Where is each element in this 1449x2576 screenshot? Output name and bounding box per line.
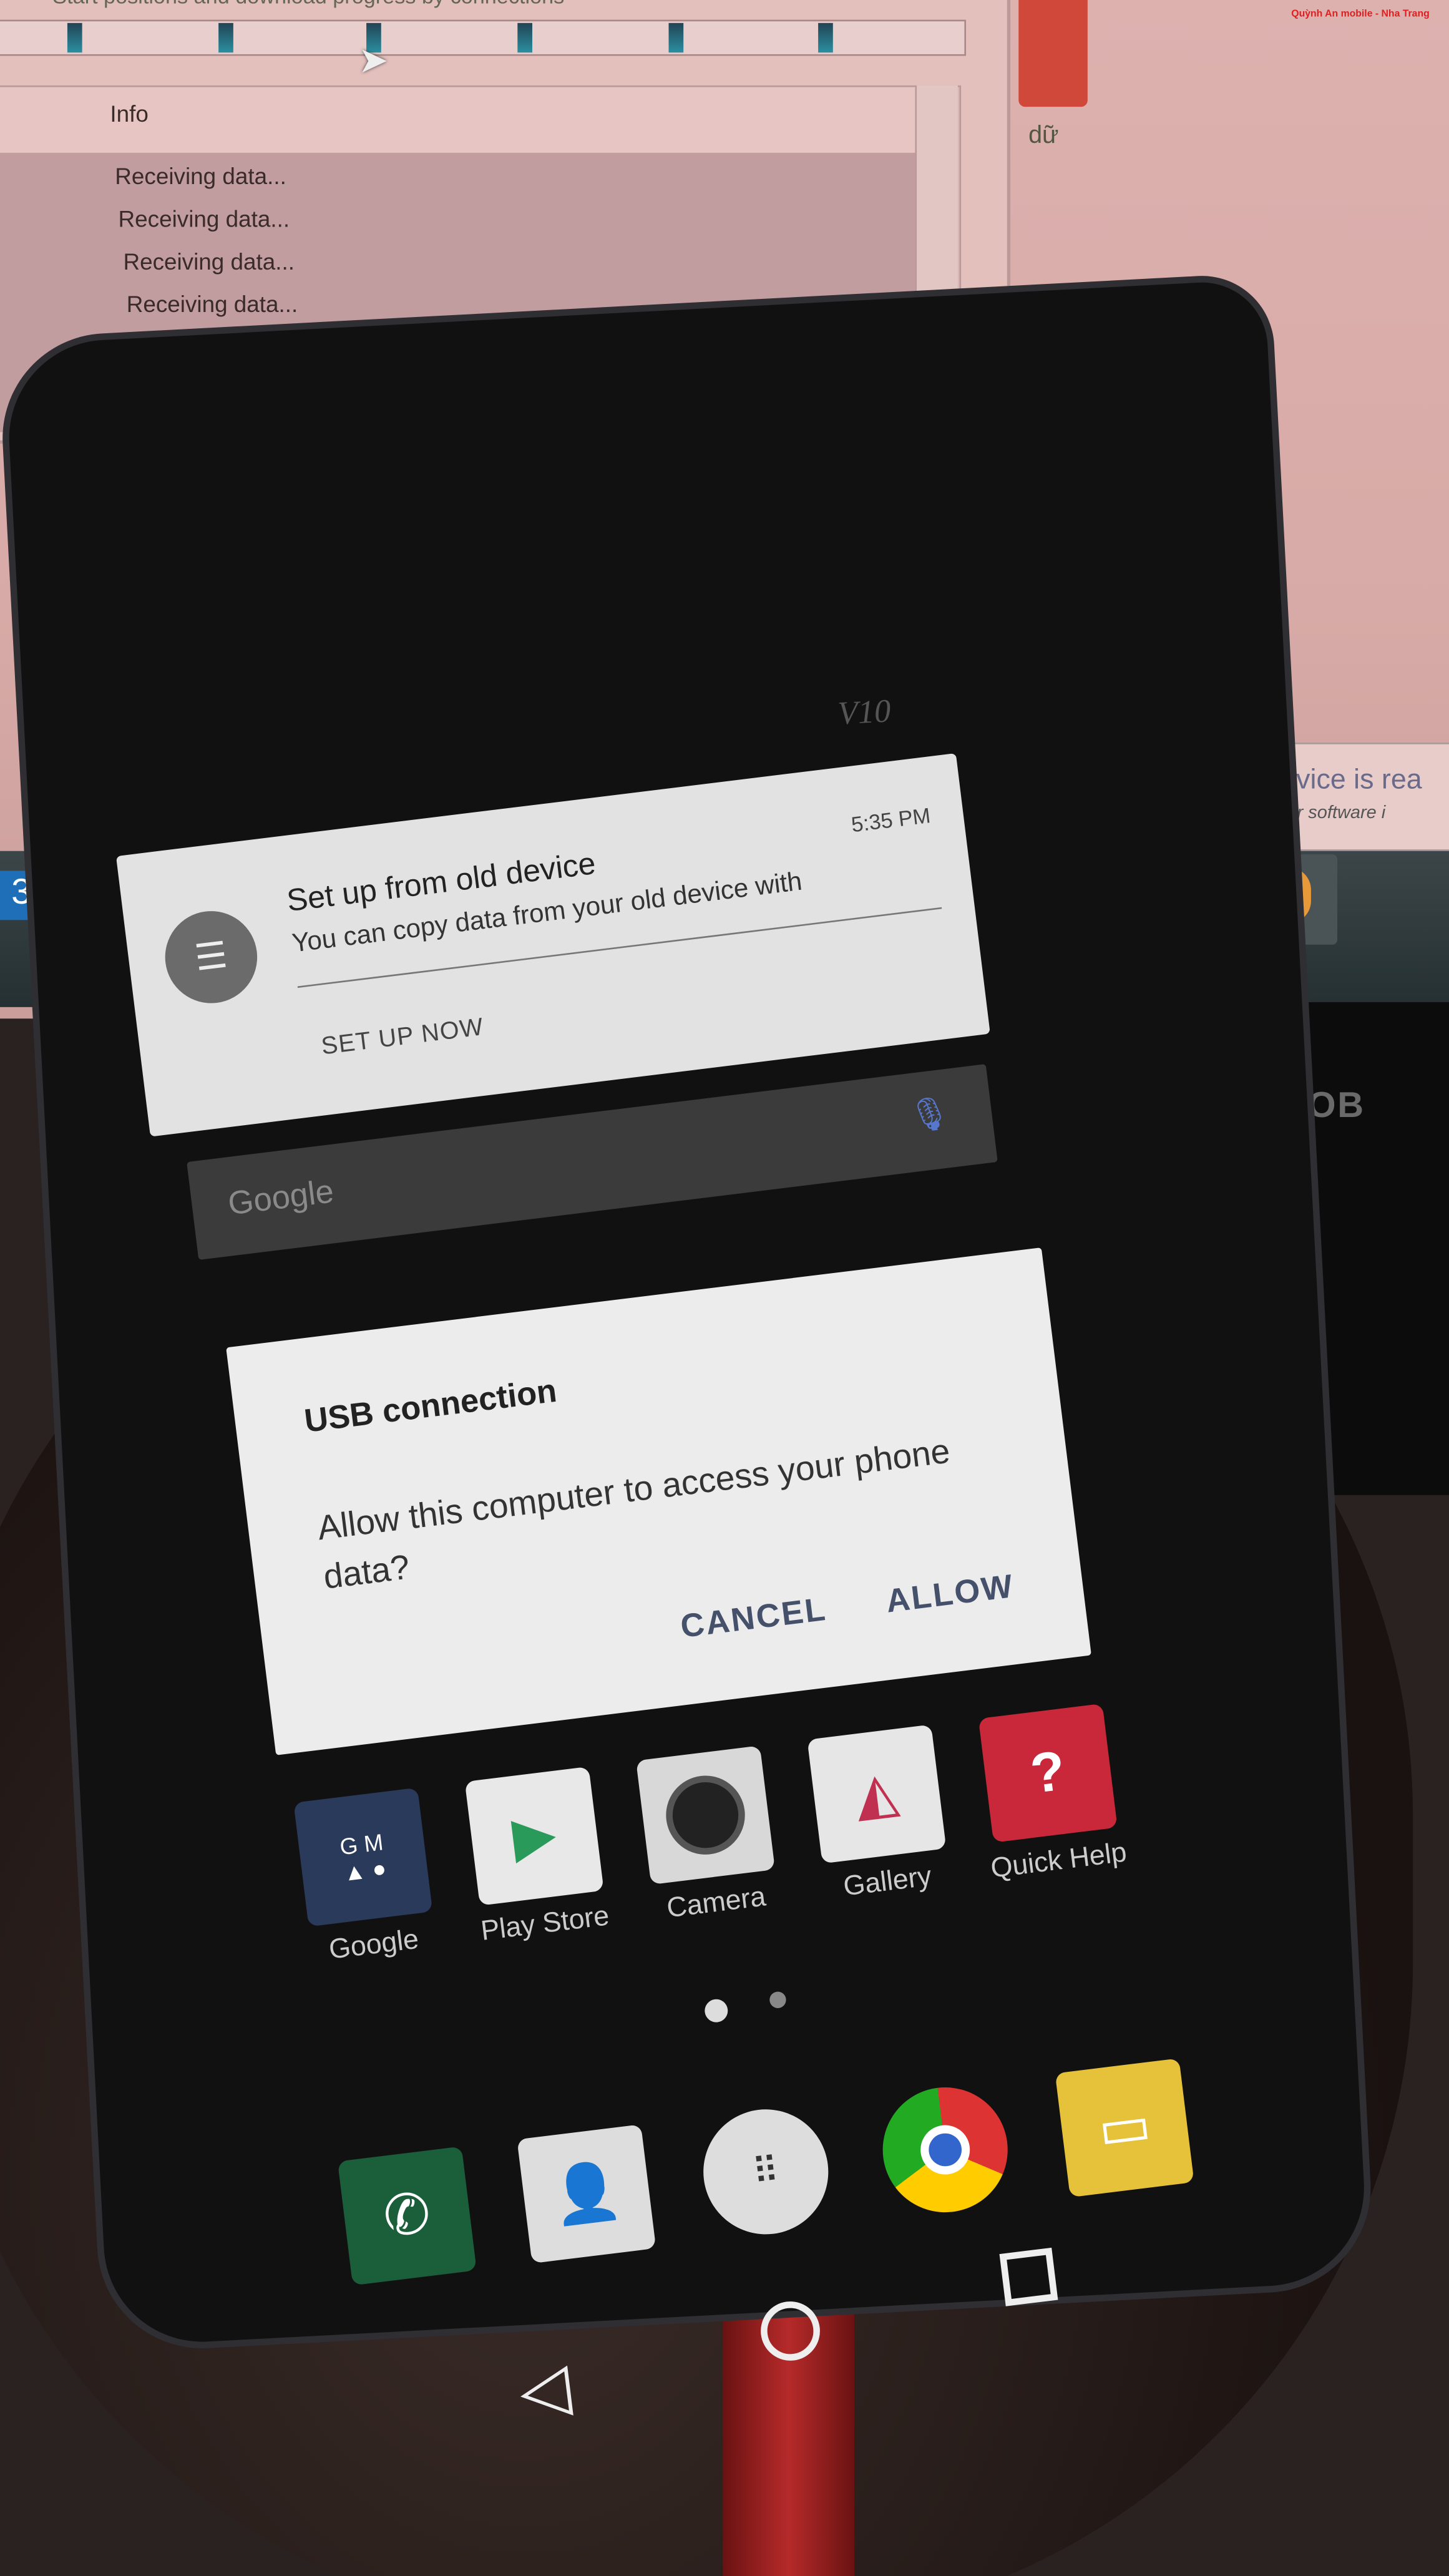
setup-icon: ☰ — [160, 905, 263, 1008]
dialog-title: USB connection — [302, 1373, 559, 1441]
dock-chrome[interactable] — [864, 2079, 1027, 2220]
gallery-icon: ◭ — [807, 1724, 947, 1864]
notification-time: 5:35 PM — [849, 803, 932, 837]
list-row: Receiving data... — [126, 290, 298, 318]
usb-connection-dialog: USB connection Allow this computer to ac… — [226, 1247, 1091, 1755]
recents-icon[interactable] — [999, 2247, 1058, 2306]
apps-drawer-icon: ⠿ — [696, 2102, 836, 2242]
connection-progress-bar — [0, 19, 967, 56]
app-play-store[interactable]: ▶ Play Store — [453, 1765, 620, 1949]
quick-help-icon: ? — [978, 1703, 1118, 1843]
allow-button[interactable]: ALLOW — [884, 1569, 1017, 1622]
app-gallery[interactable]: ◭ Gallery — [796, 1723, 963, 1907]
column-header-info[interactable]: Info — [110, 100, 148, 127]
chrome-icon — [876, 2080, 1015, 2220]
phone: V10 ☰ Set up from old device 5:35 PM You… — [4, 279, 1369, 2428]
home-icon[interactable] — [757, 2298, 824, 2364]
list-row: Receiving data... — [118, 205, 290, 232]
back-icon[interactable]: ◁ — [515, 2349, 575, 2430]
side-text: dữ — [1028, 121, 1059, 150]
phone-icon: ✆ — [337, 2146, 477, 2286]
dock-apps[interactable]: ⠿ — [685, 2101, 847, 2243]
dialog-message: Allow this computer to access your phone… — [315, 1433, 952, 1597]
list-row: Receiving data... — [115, 162, 286, 189]
page-dot[interactable] — [768, 1991, 788, 2009]
page-dot-active[interactable] — [703, 1998, 729, 2024]
mic-icon[interactable]: 🎙 — [906, 1092, 952, 1138]
google-logo: Google — [226, 1174, 336, 1223]
list-row: Receiving data... — [123, 248, 295, 275]
cancel-button[interactable]: CANCEL — [678, 1592, 829, 1647]
play-store-icon: ▶ — [464, 1766, 604, 1906]
dock-messages[interactable]: ▭ — [1043, 2057, 1206, 2198]
dock-contacts[interactable]: 👤 — [505, 2123, 668, 2265]
watermark: Quỳnh An mobile - Nha Trang — [1291, 9, 1430, 20]
mouse-cursor-icon: ➤ — [358, 39, 389, 81]
app-google[interactable]: G M ▲ ● Google — [282, 1786, 449, 1970]
phone-screen: ☰ Set up from old device 5:35 PM You can… — [95, 710, 1194, 2448]
app-quick-help[interactable]: ? Quick Help — [967, 1702, 1134, 1886]
dock-phone[interactable]: ✆ — [326, 2145, 489, 2286]
red-button[interactable] — [1018, 0, 1088, 107]
app-camera[interactable]: Camera — [625, 1744, 792, 1928]
photo-scene: Start positions and download progress by… — [0, 0, 1449, 2576]
messages-icon: ▭ — [1055, 2058, 1194, 2198]
camera-icon — [636, 1745, 776, 1885]
progress-caption: Start positions and download progress by… — [52, 0, 564, 8]
google-folder-icon: G M ▲ ● — [293, 1787, 433, 1927]
set-up-now-button[interactable]: SET UP NOW — [320, 1013, 485, 1061]
contacts-icon: 👤 — [517, 2124, 656, 2264]
